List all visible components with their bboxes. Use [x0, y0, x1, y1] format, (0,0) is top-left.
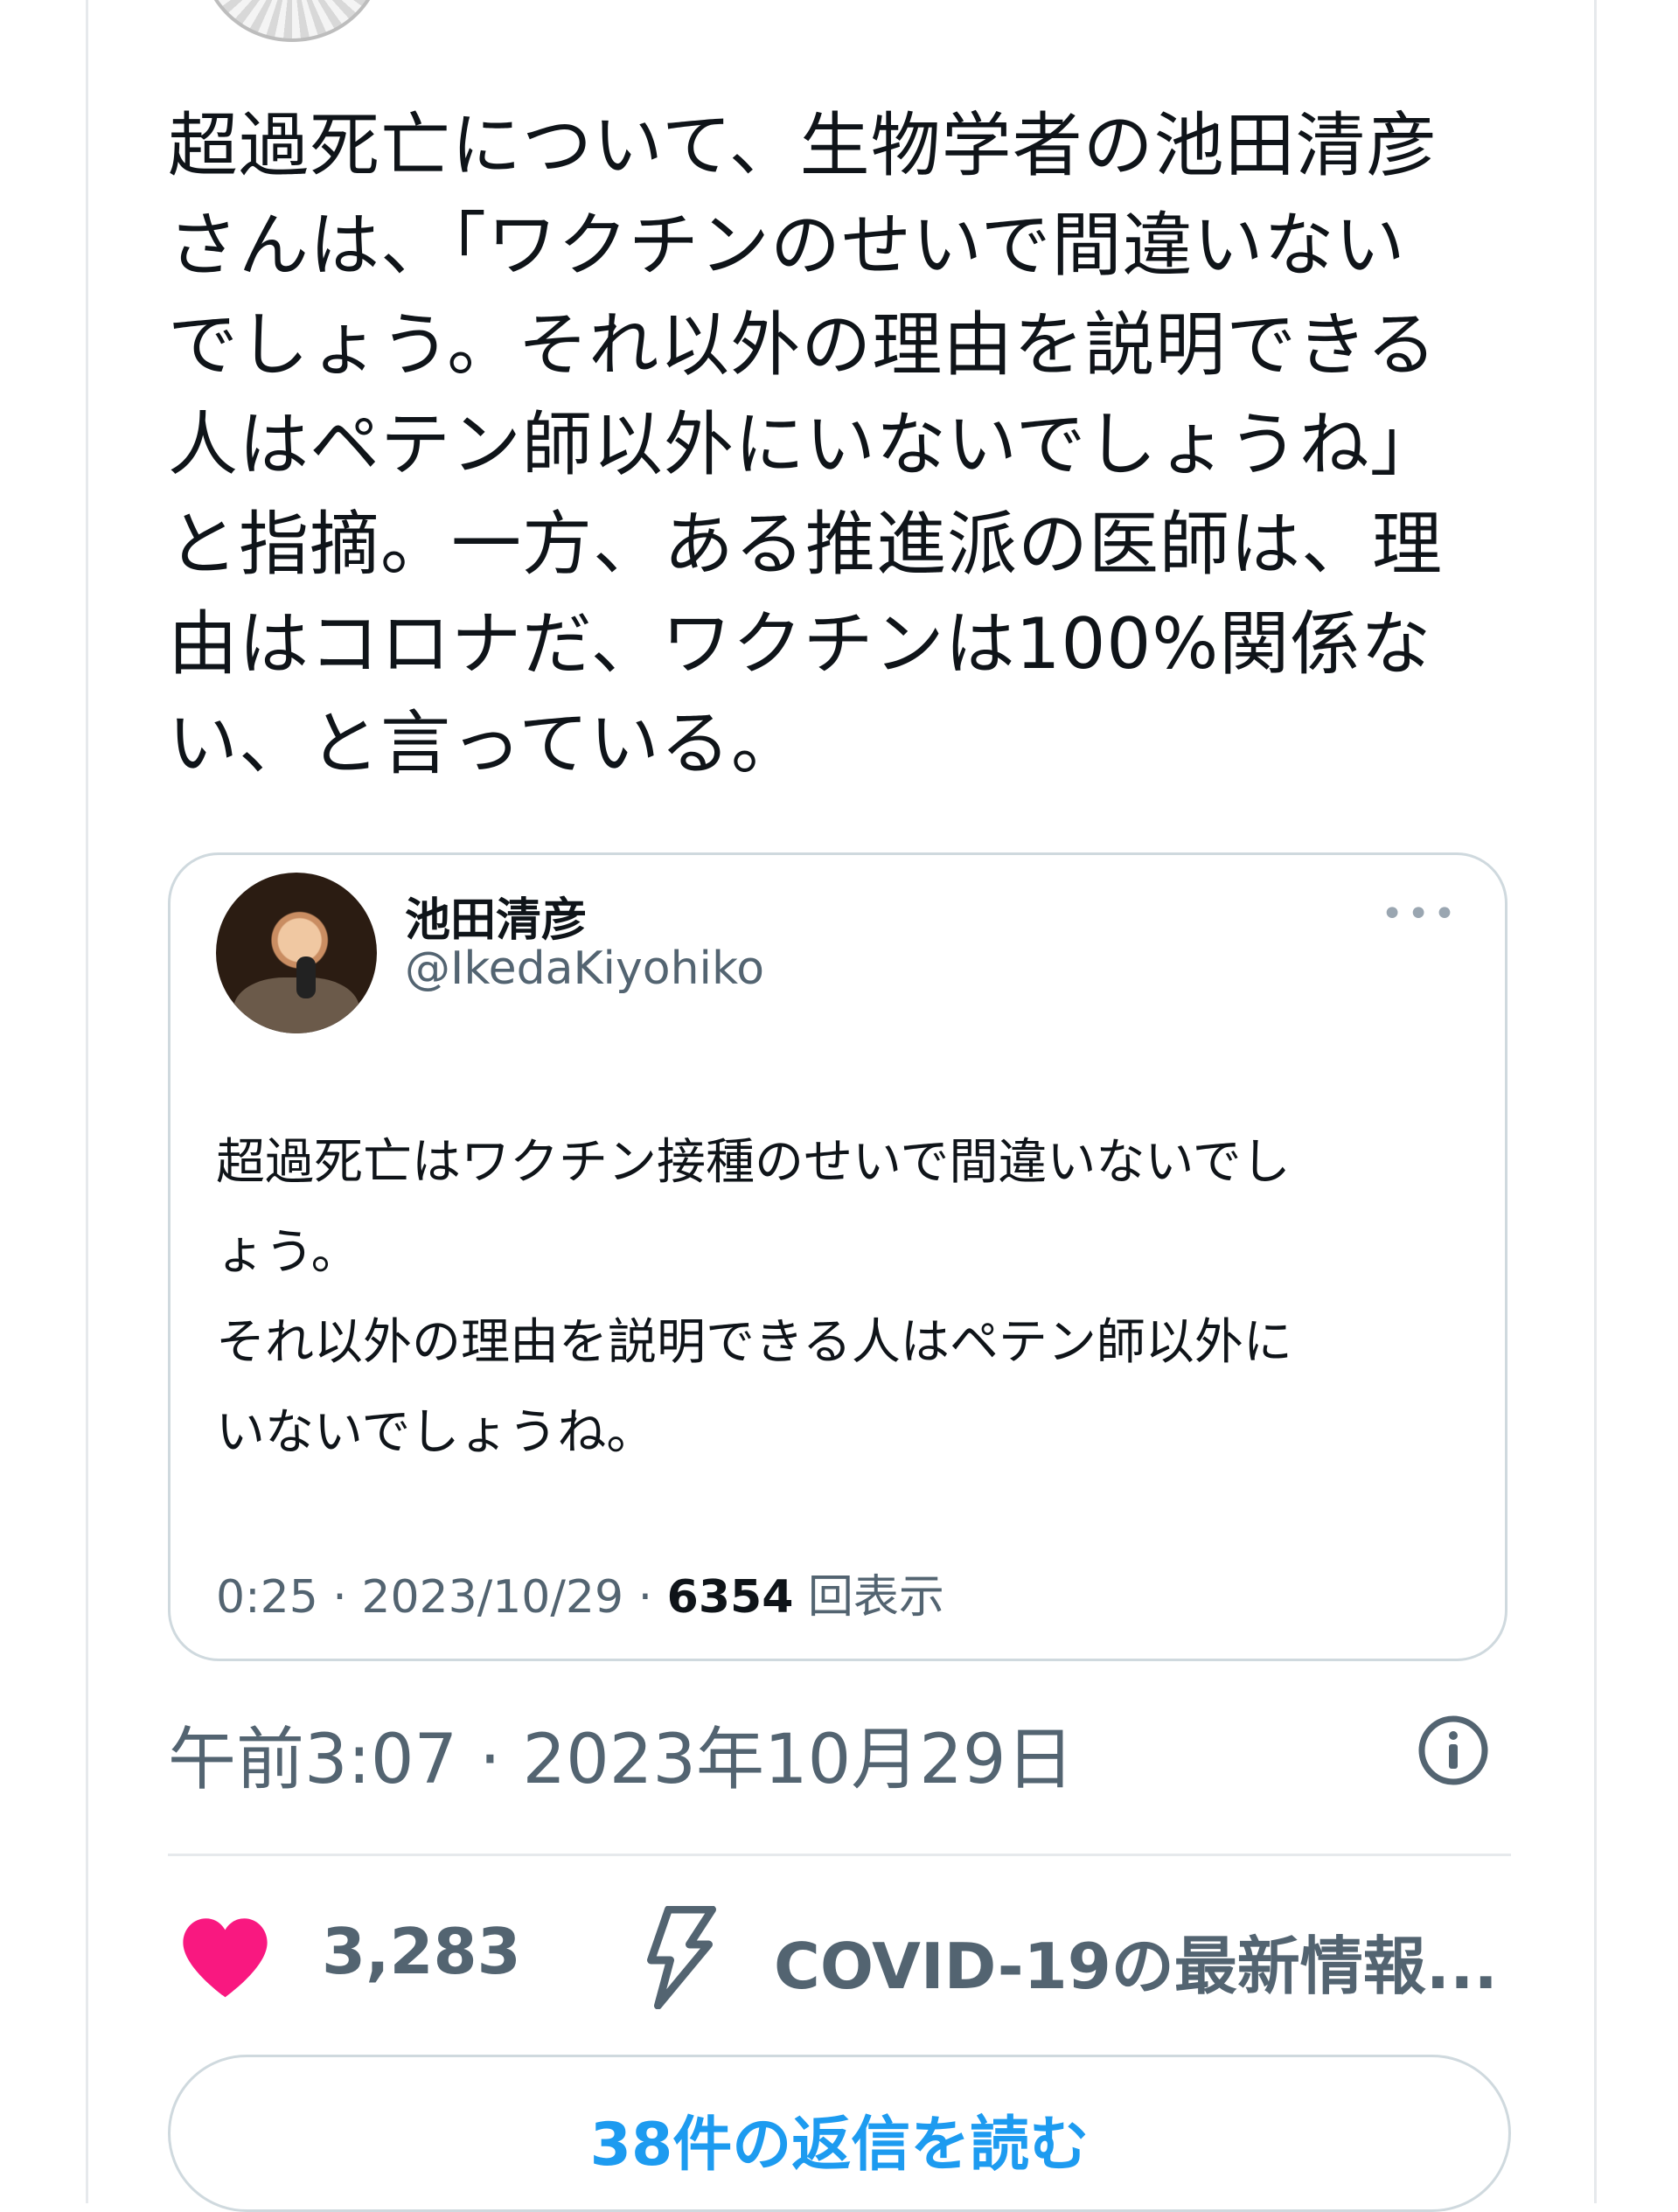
- heart-icon[interactable]: [179, 1913, 271, 2000]
- quoted-tweet-views-label: 回表示: [793, 1571, 944, 1624]
- info-icon[interactable]: [1417, 1714, 1490, 1787]
- quoted-tweet-time: 0:25 · 2023/10/29 ·: [216, 1571, 667, 1624]
- quoted-tweet-meta: 0:25 · 2023/10/29 · 6354 回表示: [216, 1560, 944, 1625]
- quoted-tweet-text: 超過死亡はワクチン接種のせいで間違いないでし ょう。 それ以外の理由を説明できる…: [216, 1134, 1292, 1461]
- divider: [168, 1854, 1511, 1856]
- avatar-microphone: [296, 956, 316, 998]
- quoted-author-handle[interactable]: @IkedaKiyohiko: [405, 943, 764, 995]
- like-count[interactable]: 3,283: [322, 1915, 521, 1988]
- topic-link[interactable]: COVID-19の最新情報...: [774, 1915, 1498, 2007]
- read-replies-button[interactable]: 38件の返信を読む: [168, 2055, 1511, 2212]
- quoted-tweet[interactable]: 池田清彦 @IkedaKiyohiko ••• 超過死亡はワクチン接種のせいで間…: [168, 852, 1507, 1661]
- quoted-author-name[interactable]: 池田清彦: [405, 883, 587, 949]
- lightning-icon: [647, 1906, 716, 2009]
- more-icon[interactable]: •••: [1381, 895, 1459, 934]
- quoted-author-avatar[interactable]: [216, 873, 377, 1033]
- tweet-text: 超過死亡について、生物学者の池田清彦 さんは、「ワクチンのせいで間違いない でし…: [168, 105, 1443, 784]
- tweet-timestamp[interactable]: 午前3:07 · 2023年10月29日: [168, 1705, 1075, 1803]
- quoted-tweet-views: 6354: [666, 1571, 794, 1624]
